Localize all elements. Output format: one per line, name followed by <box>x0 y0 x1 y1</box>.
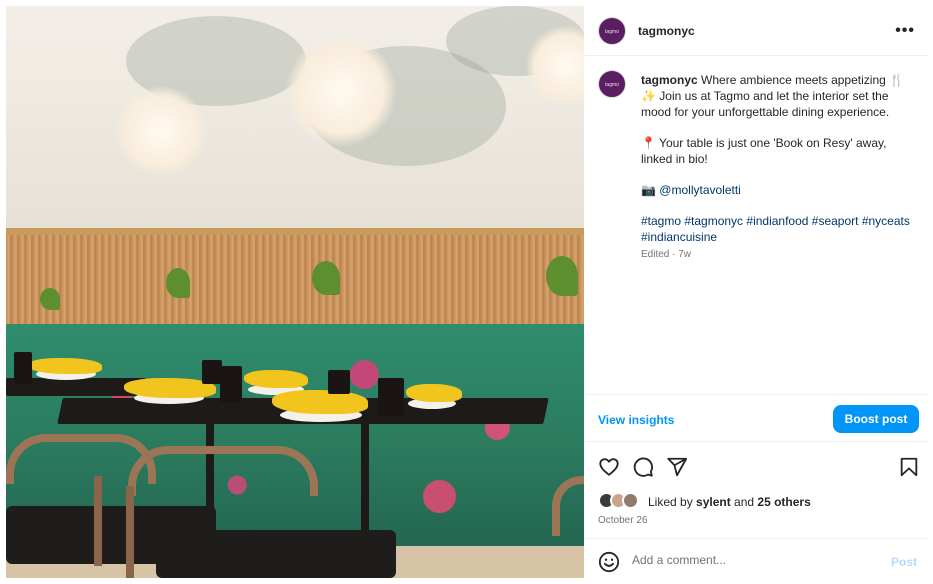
chair <box>128 446 318 496</box>
glass <box>378 378 404 416</box>
comment-bar: Post <box>584 538 929 584</box>
liker-username[interactable]: sylent <box>696 495 731 509</box>
napkin <box>28 358 102 374</box>
post-comment-button[interactable]: Post <box>891 555 917 569</box>
glass <box>328 370 350 394</box>
post-date[interactable]: October 26 <box>598 515 647 526</box>
chair-seat <box>156 530 396 578</box>
edited-label: Edited · 7w <box>641 249 692 260</box>
wall-lamp <box>286 36 396 146</box>
mention-link[interactable]: @mollytavoletti <box>659 183 741 197</box>
napkin <box>406 384 462 402</box>
chair-leg <box>94 476 102 566</box>
liker-avatar[interactable] <box>622 492 639 509</box>
post-image[interactable] <box>6 6 584 578</box>
avatar[interactable]: tagmo <box>598 17 626 45</box>
glass <box>220 366 242 402</box>
camera-emoji: 📷 <box>641 183 656 197</box>
plant <box>166 268 190 298</box>
post-header: tagmo tagmonyc ••• <box>584 6 929 56</box>
caption-username[interactable]: tagmonyc <box>641 73 698 87</box>
header-username[interactable]: tagmonyc <box>638 24 695 38</box>
post-sidebar: tagmo tagmonyc ••• tagmo tagmonyc Where … <box>584 0 933 584</box>
glass <box>202 360 222 384</box>
napkin <box>244 370 308 388</box>
caption-resy-line: 📍 Your table is just one 'Book on Resy' … <box>641 136 887 166</box>
heart-icon[interactable] <box>598 456 620 478</box>
caption: tagmonyc Where ambience meets appetizing… <box>641 72 913 245</box>
more-options-icon[interactable]: ••• <box>895 22 915 40</box>
comment-icon[interactable] <box>632 456 654 478</box>
emoji-icon[interactable] <box>598 551 620 573</box>
napkin <box>272 390 368 414</box>
wood-rail <box>6 228 584 235</box>
likes-text[interactable]: Liked by sylent and 25 others <box>648 495 811 509</box>
likes-others[interactable]: 25 others <box>757 495 810 509</box>
chair-leg <box>126 486 134 578</box>
plant <box>40 288 60 310</box>
plant <box>546 256 578 296</box>
view-insights-link[interactable]: View insights <box>598 413 674 427</box>
comment-input[interactable] <box>632 553 872 567</box>
boost-post-button[interactable]: Boost post <box>833 405 919 433</box>
insights-bar: View insights Boost post <box>584 394 929 442</box>
caption-avatar[interactable]: tagmo <box>598 70 626 98</box>
wall-lamp <box>116 86 206 176</box>
glass <box>14 352 32 384</box>
bookmark-icon[interactable] <box>898 456 920 478</box>
plant <box>312 261 340 295</box>
wood-panelling <box>6 235 584 335</box>
wall-mural <box>6 6 584 236</box>
hashtags[interactable]: #tagmo #tagmonyc #indianfood #seaport #n… <box>641 213 913 245</box>
share-icon[interactable] <box>666 456 688 478</box>
